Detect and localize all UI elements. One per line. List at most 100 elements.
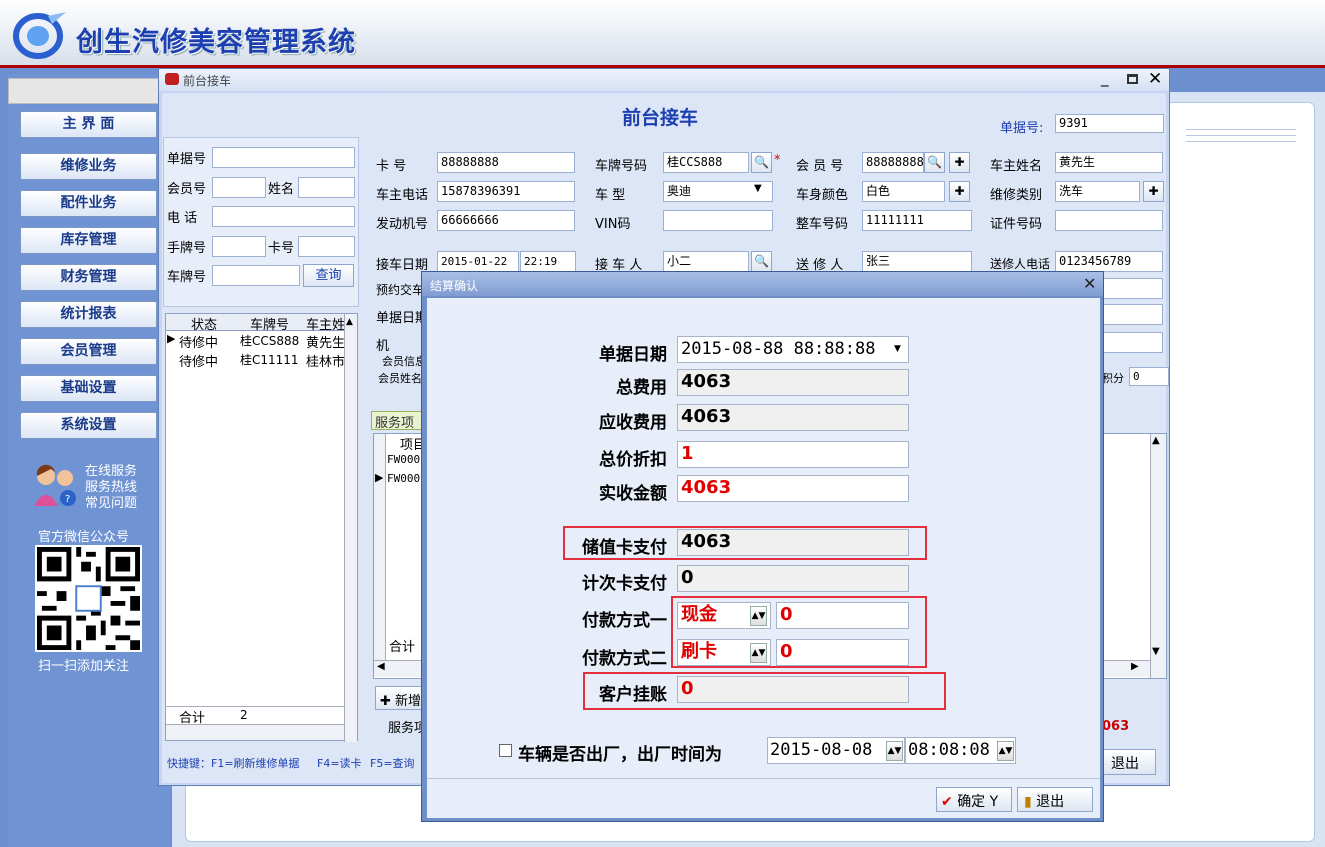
nav-inventory[interactable]: 库存管理: [20, 227, 157, 254]
list-scrollbar[interactable]: [344, 314, 357, 742]
card-no-label: 卡 号: [376, 159, 407, 174]
nav-parts[interactable]: 配件业务: [20, 190, 157, 217]
scroll-down-icon[interactable]: ▼: [1152, 646, 1160, 657]
close-icon[interactable]: ✕: [1148, 69, 1162, 89]
table-row-plate[interactable]: 桂CCS888: [240, 332, 299, 349]
receivable-label: 应收费用: [599, 413, 667, 433]
sender-phone-field[interactable]: 0123456789: [1055, 251, 1163, 272]
card-no-field[interactable]: 88888888: [437, 152, 575, 173]
faq-link[interactable]: 常见问题: [85, 492, 137, 511]
amount-value: 063: [1102, 719, 1130, 734]
add-service-button[interactable]: ✚ 新增: [375, 686, 425, 710]
query-button[interactable]: 查询: [303, 264, 354, 287]
nav-members[interactable]: 会员管理: [20, 338, 157, 365]
list-header-plate[interactable]: 车牌号: [250, 314, 289, 333]
dialog-exit-button[interactable]: ▮ 退出: [1017, 787, 1093, 812]
nav-main[interactable]: 主 界 面: [20, 111, 157, 138]
leave-checkbox[interactable]: [499, 744, 512, 757]
search-hand-no-input[interactable]: [212, 236, 266, 257]
repair-type-add-icon[interactable]: ✚: [1143, 181, 1164, 202]
cert-field[interactable]: [1055, 210, 1163, 231]
service-scrollbar[interactable]: [1150, 434, 1166, 678]
color-add-icon[interactable]: ✚: [949, 181, 970, 202]
nav-repair[interactable]: 维修业务: [20, 153, 157, 180]
pay2-label: 付款方式二: [582, 649, 667, 669]
add-icon: ✚: [380, 694, 396, 709]
discount-label: 总价折扣: [599, 450, 667, 470]
service-row-code[interactable]: FW000: [387, 472, 420, 485]
scroll-up-icon[interactable]: ▲: [346, 317, 353, 327]
member-search-icon[interactable]: 🔍: [924, 152, 945, 173]
doc-date-extra-field[interactable]: [1102, 304, 1163, 325]
repair-type-select[interactable]: 洗车: [1055, 181, 1140, 202]
points-field[interactable]: 0: [1129, 367, 1169, 386]
nav-system-settings[interactable]: 系统设置: [20, 412, 157, 439]
owner-phone-field[interactable]: 15878396391: [437, 181, 575, 202]
member-add-icon[interactable]: ✚: [949, 152, 970, 173]
scroll-up-icon[interactable]: ▲: [1152, 435, 1160, 446]
table-row-owner[interactable]: 桂林市: [306, 351, 344, 370]
list-total-value: 2: [240, 708, 248, 722]
sender-field[interactable]: 张三: [862, 251, 972, 272]
table-row-status[interactable]: 待修中: [179, 332, 218, 351]
chevron-down-icon[interactable]: ▼: [894, 344, 901, 354]
search-card-no-input[interactable]: [298, 236, 355, 257]
frame-field[interactable]: 11111111: [862, 210, 972, 231]
points-label: 积分: [1102, 372, 1124, 385]
highlight-box-stored: [563, 526, 927, 560]
settlement-dialog: 结算确认 ✕ 单据日期 2015-08-88 88:88:88 ▼ 总费用 40…: [421, 271, 1104, 822]
search-plate-input[interactable]: [212, 265, 300, 286]
plate-field[interactable]: 桂CCS888: [663, 152, 749, 173]
minimize-icon[interactable]: _: [1101, 69, 1109, 87]
window-exit-button[interactable]: 退出: [1100, 749, 1156, 775]
service-row-code[interactable]: FW000: [387, 453, 420, 466]
machine-extra-field[interactable]: [1102, 332, 1163, 353]
actual-field[interactable]: 4063: [677, 475, 909, 502]
model-label: 车 型: [595, 188, 626, 203]
list-hscrollbar[interactable]: [166, 724, 344, 740]
search-doc-no-input[interactable]: [212, 147, 355, 168]
list-header-status[interactable]: 状态: [191, 314, 217, 333]
repair-list: 状态 车牌号 车主姓 ▲ ▶ 待修中 桂CCS888 黄先生 待修中 桂C111…: [165, 313, 358, 742]
engine-field[interactable]: 66666666: [437, 210, 575, 231]
plate-search-icon[interactable]: 🔍: [751, 152, 772, 173]
date-field[interactable]: 2015-01-22: [437, 251, 519, 272]
search-phone-input[interactable]: [212, 206, 355, 227]
discount-field[interactable]: 1: [677, 441, 909, 468]
maximize-icon[interactable]: [1127, 74, 1138, 84]
search-member-no-input[interactable]: [212, 177, 266, 198]
dialog-exit-label: 退出: [1036, 794, 1065, 810]
close-icon[interactable]: ✕: [1083, 274, 1096, 293]
search-name-input[interactable]: [298, 177, 355, 198]
scroll-right-icon[interactable]: ▶: [1131, 661, 1139, 672]
doc-no-field[interactable]: 9391: [1055, 114, 1164, 133]
table-row-status[interactable]: 待修中: [179, 351, 218, 370]
spin-icon[interactable]: ▲▼: [886, 741, 903, 761]
list-header-owner[interactable]: 车主姓: [306, 314, 344, 333]
vin-field[interactable]: [663, 210, 773, 231]
color-select[interactable]: 白色: [862, 181, 945, 202]
member-no-field[interactable]: 88888888: [862, 152, 924, 173]
nav-basic-settings[interactable]: 基础设置: [20, 375, 157, 402]
owner-field[interactable]: 黄先生: [1055, 152, 1163, 173]
total-field: 4063: [677, 369, 909, 396]
scroll-left-icon[interactable]: ◀: [377, 661, 385, 672]
search-name-label: 姓名: [268, 182, 295, 197]
time-field[interactable]: 22:19: [520, 251, 576, 272]
chevron-down-icon[interactable]: ▼: [754, 183, 762, 194]
table-row-owner[interactable]: 黄先生: [306, 332, 344, 351]
confirm-button[interactable]: ✔ 确定 Y: [936, 787, 1012, 812]
appointment-extra-field[interactable]: [1102, 278, 1163, 299]
spin-icon[interactable]: ▲▼: [997, 741, 1014, 761]
total-label: 总费用: [616, 378, 667, 398]
nav-finance[interactable]: 财务管理: [20, 264, 157, 291]
dialog-doc-date-field[interactable]: 2015-08-88 88:88:88: [677, 336, 909, 363]
shortcut-hint: F4=读卡: [317, 757, 362, 770]
receiver-field[interactable]: 小二: [663, 251, 749, 272]
nav-reports[interactable]: 统计报表: [20, 301, 157, 328]
color-label: 车身颜色: [796, 188, 849, 203]
table-row-plate[interactable]: 桂C11111: [240, 351, 299, 368]
receiver-search-icon[interactable]: 🔍: [751, 251, 772, 272]
leave-date-field[interactable]: 2015-08-08: [767, 737, 905, 764]
settlement-dialog-title: 结算确认: [430, 279, 479, 293]
